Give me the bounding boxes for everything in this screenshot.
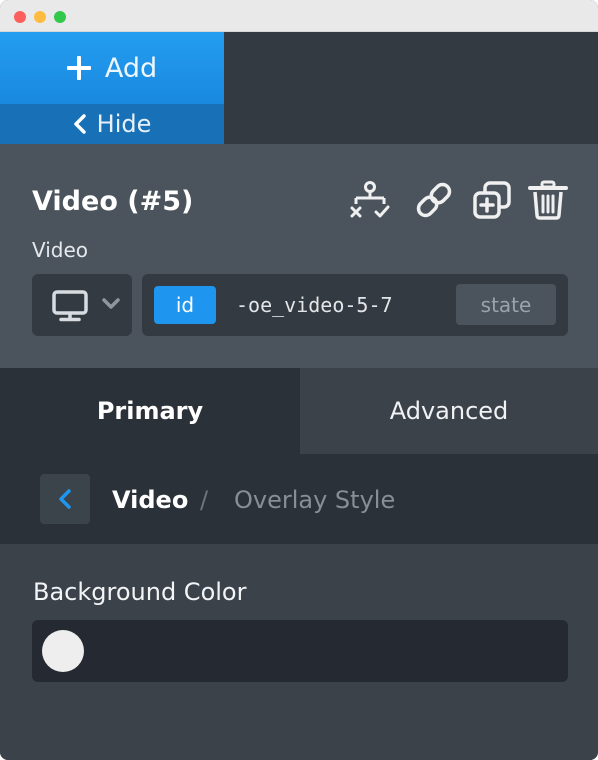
hide-button[interactable]: Hide	[0, 104, 224, 144]
element-title: Video (#5)	[32, 186, 194, 217]
chevron-left-icon	[73, 114, 86, 134]
properties-panel: Background Color	[0, 544, 598, 760]
title-bar	[0, 0, 598, 32]
id-badge[interactable]: id	[154, 286, 216, 324]
chevron-left-icon	[59, 489, 71, 509]
maximize-window-button[interactable]	[54, 11, 66, 23]
back-button[interactable]	[40, 474, 90, 524]
duplicate-icon[interactable]	[472, 180, 512, 220]
breadcrumb-overlay-style[interactable]: Overlay Style	[234, 486, 395, 514]
plus-icon	[66, 56, 91, 80]
id-value[interactable]: -oe_video-5-7	[236, 293, 393, 317]
desktop-icon	[52, 290, 88, 322]
minimize-window-button[interactable]	[34, 11, 46, 23]
close-window-button[interactable]	[14, 11, 26, 23]
id-selector: id -oe_video-5-7 state	[142, 274, 568, 336]
hide-button-label: Hide	[96, 110, 152, 138]
color-swatch[interactable]	[42, 630, 84, 672]
chevron-down-icon	[102, 298, 120, 309]
breadcrumb-separator: /	[200, 486, 209, 514]
tab-advanced[interactable]: Advanced	[300, 368, 598, 454]
top-toolbar: Add Hide	[0, 32, 598, 144]
structure-icon[interactable]	[350, 180, 390, 220]
tab-primary[interactable]: Primary	[0, 368, 300, 454]
state-button[interactable]: state	[456, 284, 556, 325]
link-icon[interactable]	[414, 180, 454, 220]
background-color-field[interactable]	[32, 620, 568, 682]
tab-bar: Primary Advanced	[0, 368, 598, 454]
element-type-label: Video	[32, 238, 89, 262]
breadcrumb-current: Video	[112, 486, 189, 514]
background-color-label: Background Color	[33, 578, 247, 606]
add-button-label: Add	[104, 52, 158, 84]
device-select[interactable]	[32, 274, 132, 336]
delete-icon[interactable]	[528, 180, 568, 220]
breadcrumb: Video / Overlay Style	[0, 454, 598, 544]
element-panel: Video (#5) Video id -oe_video-5-7 state	[0, 144, 598, 368]
add-button[interactable]: Add	[0, 32, 224, 104]
app-window: Add Hide Video (#5) Video id -oe_video-5…	[0, 0, 598, 760]
